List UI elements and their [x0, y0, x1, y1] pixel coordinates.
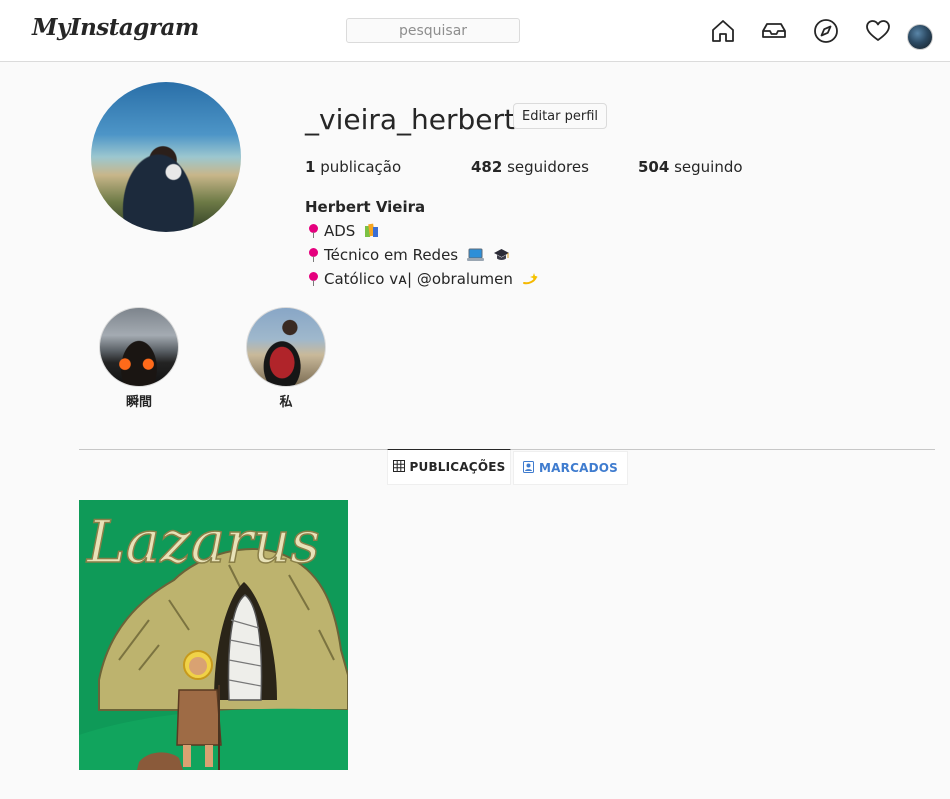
heart-icon[interactable]: [865, 18, 891, 44]
bio-line-ads: ADS: [309, 222, 380, 242]
user-avatar[interactable]: [907, 24, 933, 50]
graduation-cap-icon: [493, 248, 510, 266]
books-icon: [364, 223, 380, 242]
svg-text:Lazarus: Lazarus: [86, 508, 320, 576]
followers-count-label: seguidores: [507, 158, 589, 176]
top-navigation-bar: MyInstagram: [0, 0, 950, 62]
highlight-label: 瞬間: [125, 395, 152, 410]
tab-label: MARCADOS: [539, 461, 618, 475]
home-icon[interactable]: [710, 18, 736, 44]
search-input[interactable]: [346, 18, 520, 43]
inbox-icon[interactable]: [761, 18, 787, 44]
sparkle-icon: [522, 271, 539, 290]
profile-username: _vieira_herbert: [305, 103, 515, 136]
edit-profile-button[interactable]: Editar perfil: [513, 103, 608, 129]
followers-count-value: 482: [471, 158, 503, 176]
pushpin-icon: [309, 272, 318, 286]
profile-picture[interactable]: [91, 82, 241, 232]
posts-count-value: 1: [305, 158, 316, 176]
highlight-cover: [246, 307, 326, 387]
bio-line-text: ADS: [324, 222, 356, 240]
posts-count: 1 publicação: [305, 158, 401, 176]
highlight-label: 私: [279, 395, 293, 410]
following-count-value: 504: [638, 158, 670, 176]
bio-line-catolico: Católico vᴀ| @obralumen: [309, 270, 539, 290]
app-logo[interactable]: MyInstagram: [32, 14, 199, 41]
tab-posts[interactable]: PUBLICAÇÕES: [387, 449, 511, 485]
posts-count-label: publicação: [320, 158, 402, 176]
highlight-cover: [99, 307, 179, 387]
bio-line-text: Técnico em Redes: [324, 246, 459, 264]
grid-icon: [392, 459, 405, 475]
followers-count[interactable]: 482 seguidores: [471, 158, 589, 176]
story-highlight[interactable]: 私: [246, 307, 326, 410]
bio-line-redes: Técnico em Redes: [309, 246, 510, 266]
story-highlight[interactable]: 瞬間: [99, 307, 179, 410]
pushpin-icon: [309, 224, 318, 238]
bio-line-text: Católico vᴀ| @obralumen: [324, 270, 513, 288]
tab-label: PUBLICAÇÕES: [409, 460, 506, 474]
laptop-icon: [466, 248, 484, 266]
pushpin-icon: [309, 248, 318, 262]
following-count-label: seguindo: [674, 158, 743, 176]
bio-full-name: Herbert Vieira: [305, 198, 426, 216]
tab-tagged[interactable]: MARCADOS: [513, 451, 628, 485]
explore-icon[interactable]: [813, 18, 839, 44]
post-image: Lazarus: [79, 500, 348, 770]
following-count[interactable]: 504 seguindo: [638, 158, 743, 176]
post-thumbnail[interactable]: Lazarus: [79, 500, 348, 770]
tagged-icon: [523, 460, 535, 476]
